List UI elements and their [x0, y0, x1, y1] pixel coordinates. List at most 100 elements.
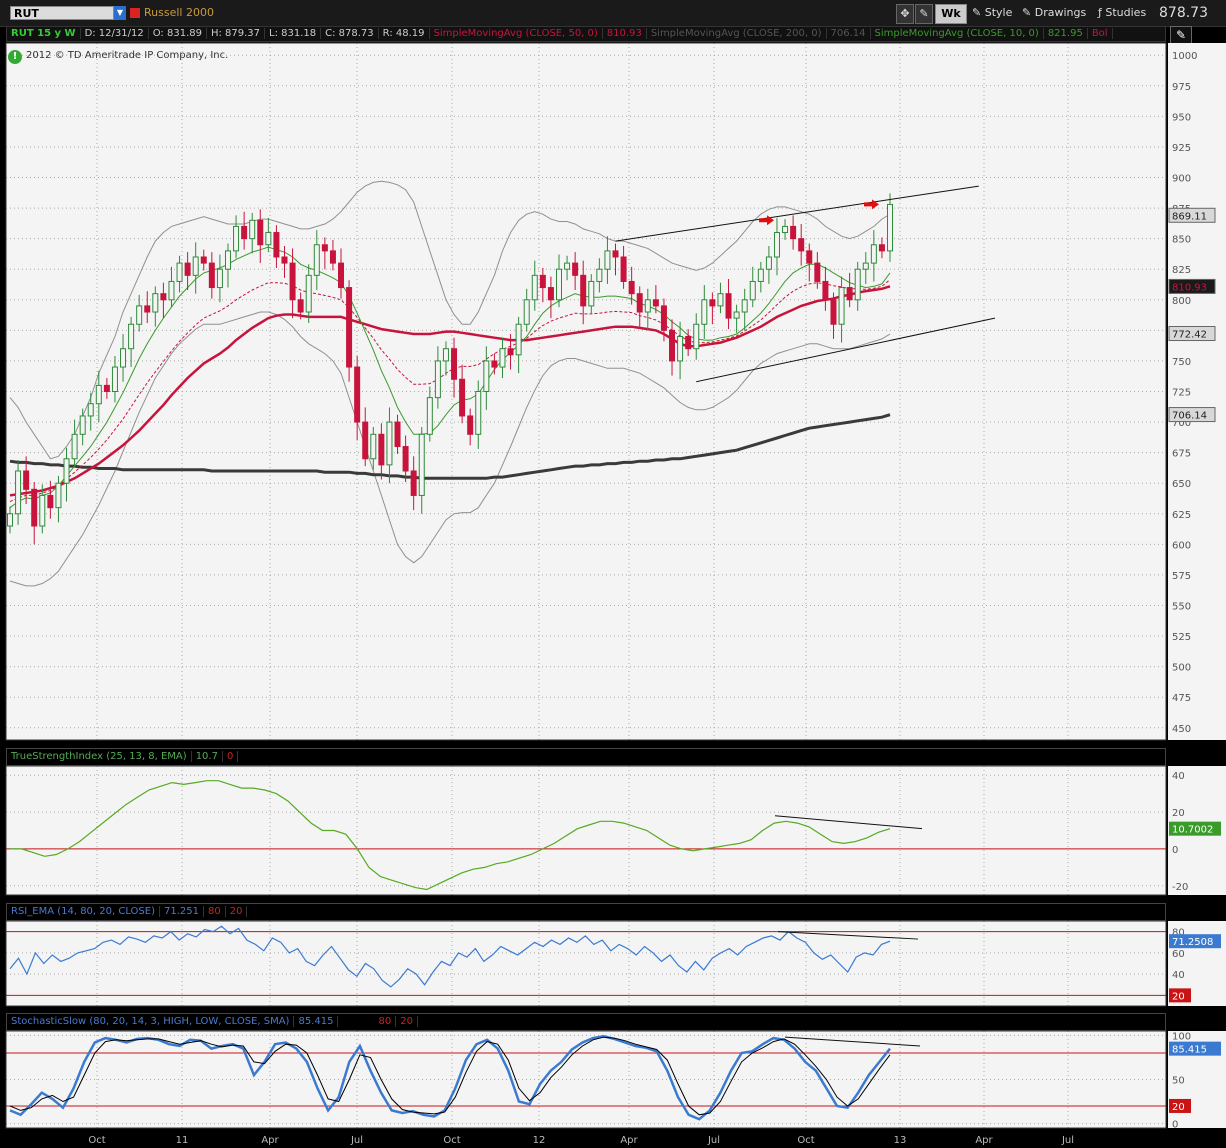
rsi-header: RSI_EMA (14, 80, 20, CLOSE) 71.251 80 20: [6, 903, 1166, 921]
candle-body: [111, 366, 118, 392]
tsi-value2: 0: [222, 751, 239, 762]
candle-body: [55, 482, 62, 509]
indicator-tick-label: 40: [1172, 771, 1185, 782]
candle-body: [305, 274, 312, 313]
rsi-oversold: 20: [225, 906, 248, 917]
price-marker-label: 869.11: [1172, 211, 1207, 222]
candle-body: [782, 225, 789, 234]
chart-canvas[interactable]: Oct 11 Apr Jul Oct 12 Apr Jul Oct 13 Apr Jul 450 475 5…: [0, 0, 1226, 1148]
indicator-tick-label: 0: [1172, 1120, 1178, 1131]
x-tick-label: Apr: [975, 1135, 993, 1146]
rsi-value: 71.251: [160, 906, 204, 917]
y-tick-label: 725: [1172, 388, 1191, 399]
candle-body: [394, 421, 401, 448]
y-tick-label: 525: [1172, 632, 1191, 643]
stoch-oversold: 20: [396, 1016, 418, 1027]
candle-body: [152, 293, 159, 313]
indicator-last-label: 85.415: [1172, 1045, 1207, 1056]
candle-body: [693, 323, 700, 350]
tsi-title[interactable]: TrueStrengthIndex (25, 13, 8, EMA): [7, 751, 192, 762]
y-tick-label: 850: [1172, 235, 1191, 246]
candle-body: [176, 262, 183, 282]
y-tick-label: 625: [1172, 510, 1191, 521]
candle-body: [216, 268, 223, 289]
candle-body: [491, 360, 498, 368]
candle-body: [120, 348, 127, 368]
y-tick-label: 1000: [1172, 51, 1197, 62]
y-tick-label: 650: [1172, 479, 1191, 490]
candle-body: [451, 348, 458, 380]
indicator-tick-label: 60: [1172, 949, 1185, 960]
tsi-header: TrueStrengthIndex (25, 13, 8, EMA) 10.7 0: [6, 748, 1166, 766]
candle-body: [39, 494, 46, 527]
candle-body: [725, 293, 732, 319]
candle-body: [846, 287, 853, 301]
candle-body: [338, 262, 345, 289]
candle-body: [426, 397, 433, 435]
stoch-title[interactable]: StochasticSlow (80, 20, 14, 3, HIGH, LOW…: [7, 1016, 295, 1027]
candle-body: [588, 280, 595, 307]
candle-body: [741, 299, 748, 313]
y-tick-label: 900: [1172, 174, 1191, 185]
candle-body: [281, 256, 288, 264]
candle-body: [806, 250, 813, 264]
rsi-title[interactable]: RSI_EMA (14, 80, 20, CLOSE): [7, 906, 160, 917]
x-tick-label: Jul: [350, 1135, 363, 1146]
candle-body: [717, 293, 724, 307]
candle-body: [652, 299, 659, 307]
candle-body: [23, 470, 30, 490]
candle-body: [628, 280, 635, 295]
candle-body: [362, 421, 369, 460]
y-tick-label: 800: [1172, 296, 1191, 307]
candle-body: [580, 274, 587, 307]
indicator-tick-label: 0: [1172, 845, 1178, 856]
candle-body: [354, 366, 361, 423]
y-tick-label: 600: [1172, 540, 1191, 551]
stoch-value: 85.415: [294, 1016, 339, 1027]
candle-body: [822, 280, 829, 301]
y-tick-label: 450: [1172, 724, 1191, 735]
candle-body: [321, 244, 328, 252]
x-tick-label: Jul: [707, 1135, 720, 1146]
candle-body: [862, 262, 869, 270]
candle-body: [346, 287, 353, 368]
candle-body: [596, 268, 603, 282]
candle-body: [410, 470, 417, 496]
candle-body: [192, 256, 199, 276]
candle-body: [620, 256, 627, 282]
y-tick-label: 950: [1172, 112, 1191, 123]
candle-body: [539, 274, 546, 289]
candle-body: [878, 244, 885, 252]
candle-body: [87, 403, 94, 417]
candle-body: [765, 256, 772, 270]
indicator-tick-label: 50: [1172, 1076, 1185, 1087]
candle-body: [144, 305, 151, 313]
candle-body: [475, 391, 482, 435]
x-tick-label: 13: [894, 1135, 907, 1146]
candle-body: [612, 250, 619, 258]
candle-body: [7, 513, 13, 527]
candle-body: [313, 244, 320, 276]
candle-body: [749, 280, 756, 301]
candle-body: [555, 268, 562, 301]
copyright-text: 2012 © TD Ameritrade IP Company, Inc.: [26, 50, 229, 61]
candle-body: [168, 280, 175, 301]
indicator-tick-label: 40: [1172, 970, 1185, 981]
candle-body: [644, 299, 651, 313]
candle-body: [79, 415, 86, 435]
candle-body: [289, 262, 296, 301]
candle-body: [200, 256, 207, 264]
oversold-marker-label: 20: [1172, 991, 1185, 1002]
candle-body: [660, 305, 667, 331]
candle-body: [241, 225, 248, 240]
candle-body: [402, 446, 409, 472]
y-tick-label: 550: [1172, 601, 1191, 612]
price-marker-label: 810.93: [1172, 282, 1207, 293]
price-marker-label: 772.42: [1172, 330, 1207, 341]
indicator-last-label: 71.2508: [1172, 937, 1213, 948]
y-tick-label: 500: [1172, 663, 1191, 674]
info-icon[interactable]: !: [8, 50, 22, 64]
candle-body: [887, 203, 893, 252]
candle-body: [297, 299, 304, 313]
indicator-tick-label: 100: [1172, 1031, 1191, 1042]
